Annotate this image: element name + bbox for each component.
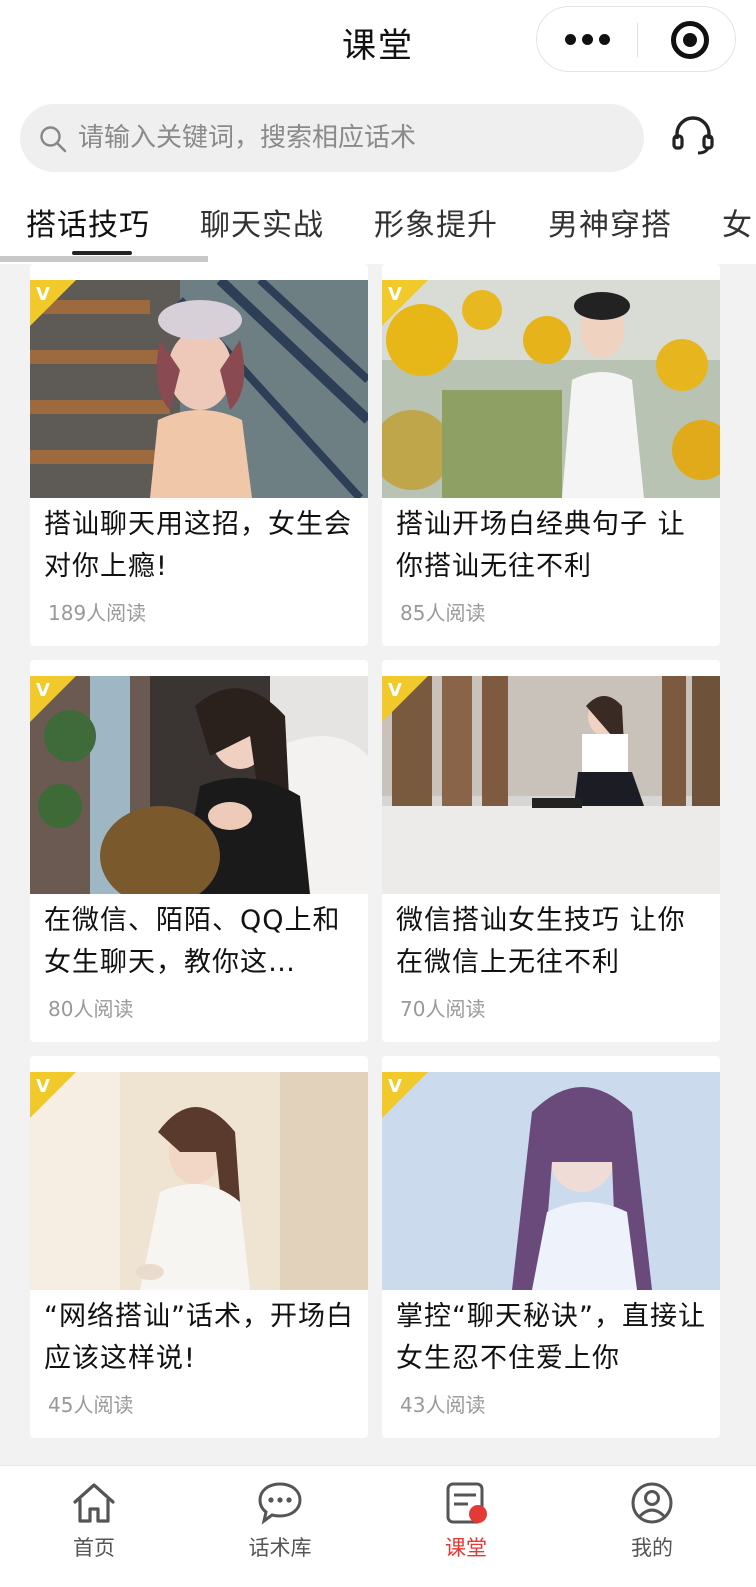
article-card[interactable]: V 在微信、陌陌、QQ上和女生聊天，教你这… 80人阅读 — [30, 660, 368, 1042]
classroom-icon — [446, 1482, 487, 1524]
tab-approach-skills[interactable]: 搭话技巧 — [26, 200, 150, 244]
read-count: 43人阅读 — [400, 1393, 486, 1417]
article-card[interactable]: V 掌控“聊天秘诀”，直接让女生忍不住爱上你 43人阅读 — [382, 1056, 720, 1438]
vip-badge-letter: V — [388, 284, 402, 305]
nav-script-library-label: 话术库 — [248, 1536, 312, 1560]
nav-profile[interactable]: 我的 — [592, 1480, 712, 1580]
article-card[interactable]: V 搭讪聊天用这招，女生会对你上瘾! 189人阅读 — [30, 264, 368, 646]
article-title: “网络搭讪”话术，开场白应该这样说! — [44, 1301, 354, 1374]
bottom-tab-bar: 首页 话术库 课堂 我的 — [0, 1465, 756, 1587]
nav-classroom-label: 课堂 — [445, 1536, 487, 1560]
article-title: 搭讪聊天用这招，女生会对你上瘾! — [44, 509, 352, 582]
vip-badge-letter: V — [36, 1076, 50, 1097]
tab-women-partial[interactable]: 女 — [722, 200, 753, 244]
nav-home[interactable]: 首页 — [34, 1480, 154, 1580]
read-count: 70人阅读 — [400, 997, 486, 1021]
capsule-divider — [637, 23, 638, 57]
nav-profile-label: 我的 — [631, 1536, 673, 1560]
headset-icon[interactable] — [670, 112, 716, 158]
read-count: 189人阅读 — [48, 601, 147, 625]
vip-badge-letter: V — [36, 680, 50, 701]
tab-scroll-bar — [0, 256, 208, 262]
user-icon — [631, 1482, 673, 1524]
article-thumbnail — [382, 676, 720, 894]
read-count: 80人阅读 — [48, 997, 134, 1021]
search-box[interactable] — [20, 104, 644, 172]
search-icon — [40, 126, 67, 153]
mini-program-capsule — [536, 6, 736, 72]
read-count: 85人阅读 — [400, 601, 486, 625]
article-thumbnail — [30, 676, 368, 894]
more-dots-icon — [564, 33, 576, 45]
search-input[interactable] — [78, 114, 618, 162]
more-menu-button[interactable] — [537, 7, 637, 71]
article-title: 在微信、陌陌、QQ上和女生聊天，教你这… — [44, 905, 341, 978]
article-title: 掌控“聊天秘诀”，直接让女生忍不住爱上你 — [396, 1301, 706, 1374]
article-thumbnail — [30, 1072, 368, 1290]
home-icon — [73, 1483, 115, 1523]
close-mini-program-icon[interactable] — [671, 21, 709, 59]
top-bar: 课堂 — [0, 0, 756, 84]
article-thumbnail — [382, 1072, 720, 1290]
vip-badge-letter: V — [388, 1076, 402, 1097]
search-bar-row — [0, 84, 756, 184]
tab-chat-practice[interactable]: 聊天实战 — [200, 200, 324, 244]
article-card[interactable]: V 微信搭讪女生技巧 让你在微信上无往不利 70人阅读 — [382, 660, 720, 1042]
active-tab-indicator — [72, 251, 132, 255]
article-thumbnail — [382, 280, 720, 498]
nav-home-label: 首页 — [73, 1536, 115, 1560]
chat-bubble-icon — [258, 1482, 302, 1525]
tab-image-upgrade[interactable]: 形象提升 — [374, 200, 498, 244]
tab-mens-style[interactable]: 男神穿搭 — [548, 200, 672, 244]
article-title: 搭讪开场白经典句子 让你搭讪无往不利 — [396, 509, 686, 582]
article-card[interactable]: V 搭讪开场白经典句子 让你搭讪无往不利 85人阅读 — [382, 264, 720, 646]
nav-classroom[interactable]: 课堂 — [406, 1480, 526, 1580]
article-title: 微信搭讪女生技巧 让你在微信上无往不利 — [396, 905, 686, 978]
category-tabs: 搭话技巧 聊天实战 形象提升 男神穿搭 女 — [0, 184, 756, 264]
read-count: 45人阅读 — [48, 1393, 134, 1417]
vip-badge-letter: V — [36, 284, 50, 305]
article-thumbnail — [30, 280, 368, 498]
article-card[interactable]: V “网络搭讪”话术，开场白应该这样说! 45人阅读 — [30, 1056, 368, 1438]
vip-badge-letter: V — [388, 680, 402, 701]
nav-script-library[interactable]: 话术库 — [220, 1480, 340, 1580]
